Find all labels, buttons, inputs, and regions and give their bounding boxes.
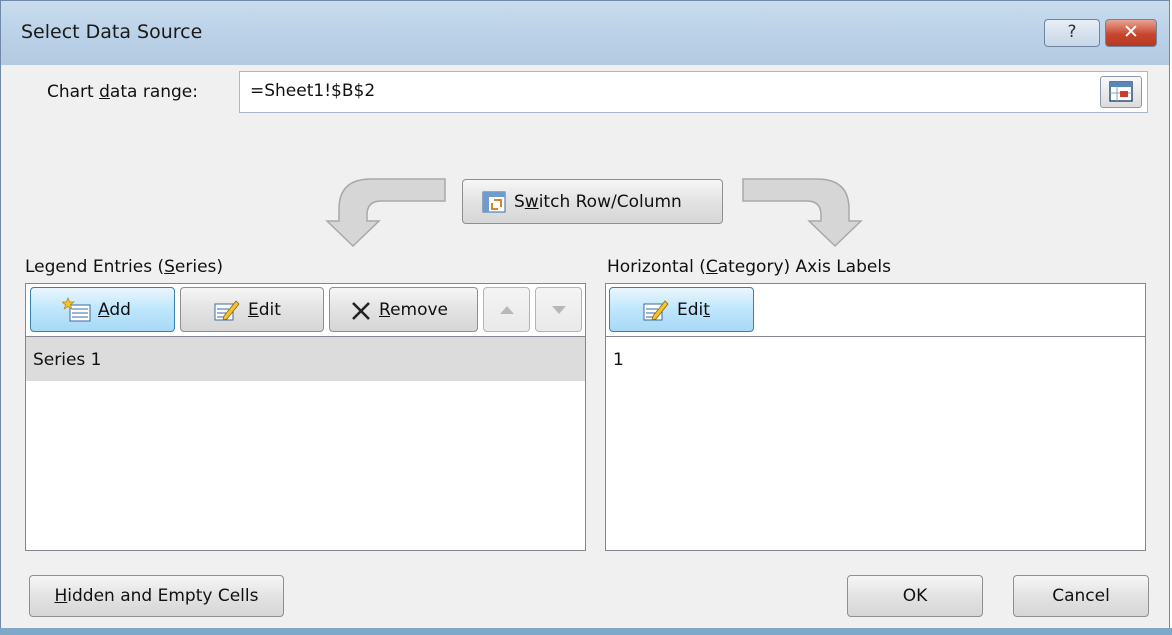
remove-series-button[interactable]: Remove xyxy=(329,287,478,332)
move-up-icon xyxy=(500,306,514,314)
right-curved-arrow-icon xyxy=(742,178,863,248)
edit-icon xyxy=(214,300,240,321)
ok-label: OK xyxy=(902,586,928,606)
switch-row-column-button[interactable]: Switch Row/Column xyxy=(462,179,723,224)
add-icon xyxy=(62,297,91,322)
left-curved-arrow-icon xyxy=(325,178,446,248)
edit-icon xyxy=(643,300,669,321)
series-name: Series 1 xyxy=(33,350,102,370)
collapse-dialog-icon xyxy=(1109,81,1133,102)
help-button[interactable]: ? xyxy=(1044,19,1100,47)
edit-axis-label: Edit xyxy=(677,300,710,320)
switch-row-column-label: Switch Row/Column xyxy=(514,192,682,212)
ok-button[interactable]: OK xyxy=(847,575,983,617)
axis-labels-panel: Edit 1 xyxy=(605,283,1146,551)
close-icon: ✕ xyxy=(1123,21,1139,43)
hidden-empty-cells-label: Hidden and Empty Cells xyxy=(54,586,259,606)
series-list-item[interactable]: Series 1 xyxy=(26,337,585,381)
hidden-empty-cells-button[interactable]: Hidden and Empty Cells xyxy=(29,575,284,617)
edit-series-label: Edit xyxy=(248,300,281,320)
add-series-button[interactable]: Add xyxy=(30,287,175,332)
legend-toolbar: Add Edit Remove xyxy=(26,284,585,337)
remove-label: Remove xyxy=(379,300,449,320)
chart-data-range-value: =Sheet1!$B$2 xyxy=(250,81,376,101)
edit-series-button[interactable]: Edit xyxy=(180,287,324,332)
axis-toolbar: Edit xyxy=(606,284,1145,337)
axis-label-value: 1 xyxy=(613,350,624,370)
axis-labels-heading: Horizontal (Category) Axis Labels xyxy=(607,257,891,277)
dialog-title: Select Data Source xyxy=(21,21,203,43)
legend-entries-panel: Add Edit Remove Series 1 xyxy=(25,283,586,551)
window-bottom-edge xyxy=(0,628,1172,635)
switch-row-column-icon xyxy=(482,191,506,213)
range-selector-button[interactable] xyxy=(1100,76,1142,108)
chart-data-range-label: Chart data range: xyxy=(47,82,198,102)
cancel-label: Cancel xyxy=(1052,586,1110,606)
move-up-button[interactable] xyxy=(483,287,530,332)
remove-icon xyxy=(352,302,370,320)
move-down-button[interactable] xyxy=(535,287,582,332)
edit-axis-labels-button[interactable]: Edit xyxy=(609,287,754,332)
close-button[interactable]: ✕ xyxy=(1105,19,1157,47)
move-down-icon xyxy=(552,306,566,314)
axis-label-item[interactable]: 1 xyxy=(606,337,1145,381)
select-data-source-dialog: Select Data Source ? ✕ Chart data range:… xyxy=(0,0,1170,632)
add-label: Add xyxy=(98,300,131,320)
cancel-button[interactable]: Cancel xyxy=(1013,575,1149,617)
legend-entries-heading: Legend Entries (Series) xyxy=(25,257,224,277)
help-icon: ? xyxy=(1067,22,1077,42)
chart-data-range-input[interactable]: =Sheet1!$B$2 xyxy=(239,71,1148,113)
title-bar: Select Data Source ? ✕ xyxy=(1,1,1169,65)
